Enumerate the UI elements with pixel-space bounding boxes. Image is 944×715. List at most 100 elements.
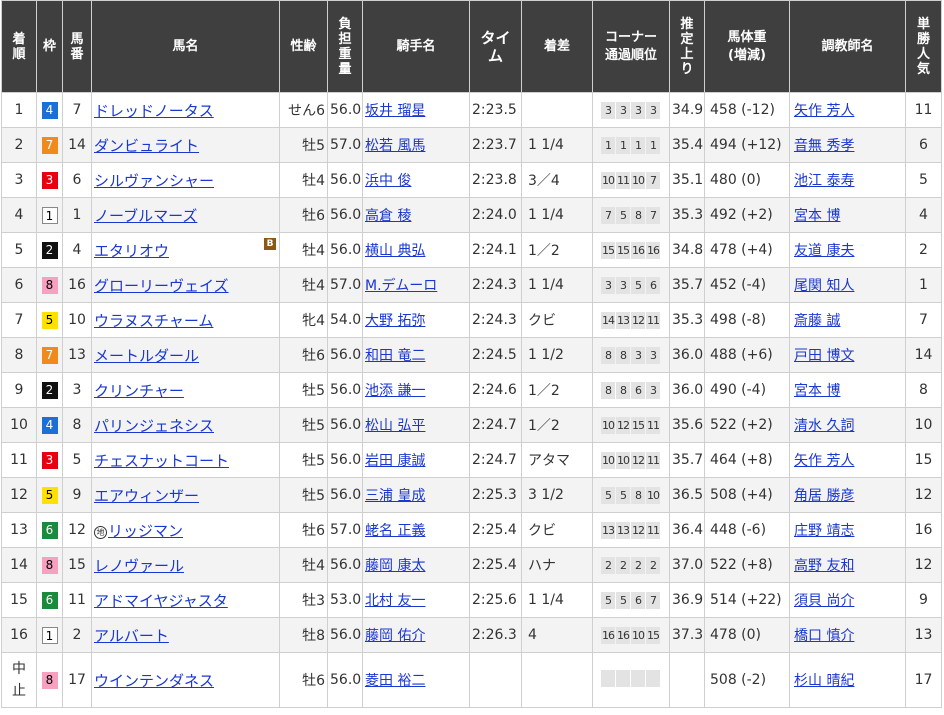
cell-sex-age: 牡6 [279, 197, 328, 233]
cell-margin: 1 1/4 [521, 582, 593, 618]
corner-position: 15 [601, 241, 615, 259]
horse-name-link[interactable]: ノーブルマーズ [94, 207, 197, 225]
trainer-link[interactable]: 杉山 晴紀 [792, 673, 854, 689]
cell-rank: 1 [1, 92, 37, 128]
carried-weight: 56.0 [330, 557, 362, 573]
trainer-link[interactable]: 尾関 知人 [792, 278, 854, 294]
race-time: 2:25.6 [472, 592, 517, 608]
cell-jockey: 松若 風馬 [362, 127, 470, 163]
jockey-link[interactable]: 池添 謙一 [365, 383, 425, 399]
horse-name-link[interactable]: パリンジェネシス [94, 417, 214, 435]
race-time: 2:25.4 [472, 522, 517, 538]
cell-waku: 2 [36, 372, 63, 408]
trainer-link[interactable]: 戸田 博文 [792, 348, 854, 364]
horse-name-link[interactable]: ウラヌスチャーム [94, 312, 213, 330]
jockey-link[interactable]: 和田 竜二 [365, 348, 425, 364]
trainer-link[interactable]: 友道 康夫 [792, 243, 854, 259]
horse-name-link[interactable]: クリンチャー [94, 382, 184, 400]
jockey-link[interactable]: 横山 典弘 [365, 243, 425, 259]
jockey-link[interactable]: 坂井 瑠星 [365, 103, 425, 119]
horse-name-link[interactable]: チェスナットコート [94, 452, 229, 470]
jockey-link[interactable]: 大野 拓弥 [365, 313, 425, 329]
jockey-link[interactable]: 菱田 裕二 [365, 673, 425, 689]
corner-positions: 14 13 12 11 [601, 311, 661, 329]
trainer-link[interactable]: 橋口 慎介 [792, 628, 854, 644]
cell-waku: 1 [36, 197, 63, 233]
cell-margin: 3 1/2 [521, 477, 593, 513]
horse-name-link[interactable]: アドマイヤジャスタ [94, 592, 228, 610]
cell-trainer: 音無 秀孝 [789, 127, 906, 163]
cell-margin: 1／2 [521, 407, 593, 443]
header-last3f: 推 定 上 り [669, 0, 705, 93]
horse-name-link[interactable]: ウインテンダネス [94, 672, 214, 690]
jockey-link[interactable]: 松若 風馬 [365, 138, 425, 154]
trainer-link[interactable]: 音無 秀孝 [792, 138, 854, 154]
cell-popularity: 5 [905, 162, 942, 198]
jockey-link[interactable]: 岩田 康誠 [365, 453, 425, 469]
trainer-link[interactable]: 斎藤 誠 [792, 313, 840, 329]
horse-name-link[interactable]: ダンビュライト [94, 137, 199, 155]
jockey-link[interactable]: 高倉 稜 [365, 208, 411, 224]
last-3f: 36.0 [672, 347, 704, 363]
cell-corner: 2222 [592, 547, 670, 583]
jockey-link[interactable]: 藤岡 佑介 [365, 628, 425, 644]
trainer-link[interactable]: 池江 泰寿 [792, 173, 854, 189]
cell-last3f: 37.3 [669, 617, 705, 653]
cell-sex-age: 牝4 [279, 302, 328, 338]
horse-name-link[interactable]: エタリオウ [94, 242, 169, 260]
cell-waku: 5 [36, 477, 63, 513]
cell-sex-age: 牡3 [279, 582, 328, 618]
horse-name-link[interactable]: レノヴァール [94, 557, 184, 575]
jockey-link[interactable]: 浜中 俊 [365, 173, 411, 189]
last-3f: 37.3 [672, 627, 704, 643]
horse-number: 13 [68, 347, 86, 363]
cell-popularity: 6 [905, 127, 942, 163]
jockey-link[interactable]: 松山 弘平 [365, 418, 425, 434]
margin: 1／2 [528, 383, 560, 399]
body-weight: 458 (-12) [710, 102, 775, 118]
margin: 1／2 [528, 243, 560, 259]
trainer-link[interactable]: 清水 久詞 [792, 418, 854, 434]
horse-name-link[interactable]: ドレッドノータス [94, 102, 214, 120]
rank-value: 9 [14, 382, 24, 398]
horse-name-link[interactable]: アルバート [94, 627, 169, 645]
cell-horse-name: アドマイヤジャスタ [91, 582, 280, 618]
cell-weight: 56.0 [327, 442, 363, 478]
jockey-link[interactable]: 北村 友一 [365, 593, 425, 609]
cell-rank: 5 [1, 232, 37, 268]
horse-name-link[interactable]: エアウィンザー [94, 487, 199, 505]
corner-position: 3 [616, 101, 630, 119]
trainer-link[interactable]: 高野 友和 [792, 558, 854, 574]
horse-name-link[interactable]: グローリーヴェイズ [94, 277, 229, 295]
cell-last3f [669, 652, 705, 708]
corner-position: 10 [601, 416, 615, 434]
cell-horse-number: 1 [62, 197, 92, 233]
horse-name-link[interactable]: メートルダール [94, 347, 199, 365]
corner-position: 8 [631, 486, 645, 504]
carried-weight: 56.0 [330, 417, 362, 433]
cell-sex-age: せん6 [279, 92, 328, 128]
cell-jockey: 藤岡 康太 [362, 547, 470, 583]
horse-number: 7 [72, 102, 82, 118]
table-row: 15 6 11 アドマイヤジャスタ 牡3 53.0 北村 友一 2:25.6 1 1/4 5 5 6 7… [1, 582, 942, 618]
jockey-link[interactable]: M.デムーロ [365, 278, 437, 294]
horse-number: 17 [68, 672, 86, 688]
cell-body-weight: 514 (+22) [704, 582, 790, 618]
jockey-link[interactable]: 三浦 皇成 [365, 488, 425, 504]
cell-horse-number: 17 [62, 652, 92, 708]
trainer-link[interactable]: 庄野 靖志 [792, 523, 854, 539]
cell-corner: 3333 [592, 92, 670, 128]
horse-name-link[interactable]: シルヴァンシャー [94, 172, 214, 190]
waku-badge: 5 [41, 311, 58, 329]
trainer-link[interactable]: 須貝 尚介 [792, 593, 854, 609]
horse-name-link[interactable]: リッジマン [108, 522, 183, 540]
jockey-link[interactable]: 蛯名 正義 [365, 523, 425, 539]
jockey-link[interactable]: 藤岡 康太 [365, 558, 425, 574]
trainer-link[interactable]: 矢作 芳人 [792, 453, 854, 469]
trainer-link[interactable]: 角居 勝彦 [792, 488, 854, 504]
margin: 3 1/2 [528, 487, 564, 503]
cell-weight: 54.0 [327, 302, 363, 338]
trainer-link[interactable]: 宮本 博 [792, 208, 840, 224]
trainer-link[interactable]: 矢作 芳人 [792, 103, 854, 119]
trainer-link[interactable]: 宮本 博 [792, 383, 840, 399]
